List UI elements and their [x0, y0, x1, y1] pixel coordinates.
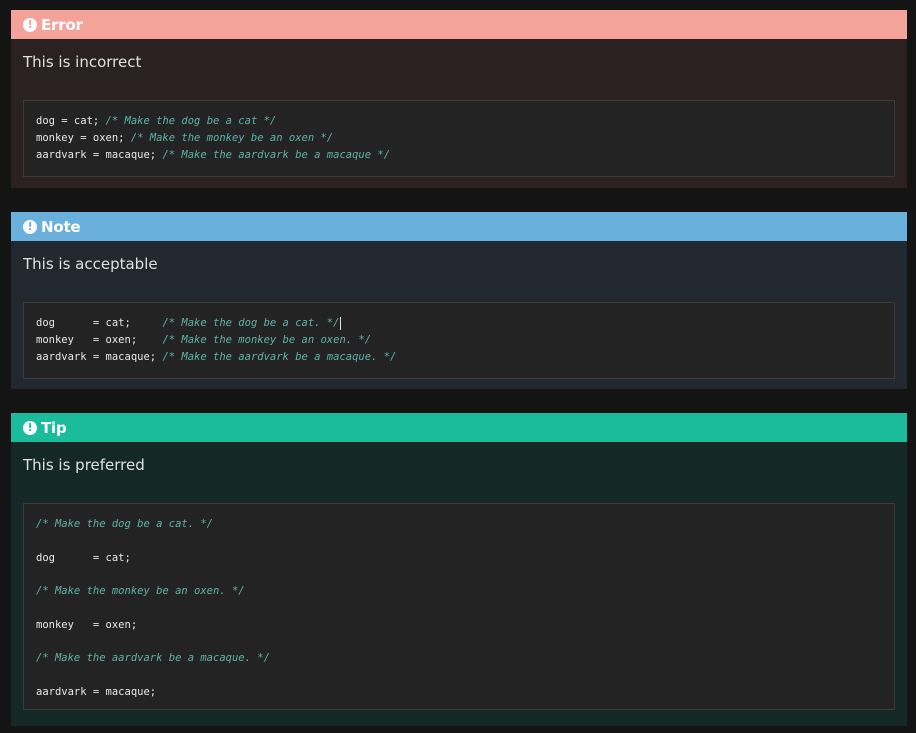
- note-header: ! Note: [11, 212, 907, 241]
- code-line: aardvark = macaque; /* Make the aardvark…: [36, 149, 391, 161]
- blank-line: ​: [36, 566, 882, 583]
- blank-line: ​: [36, 634, 882, 651]
- tip-code-block: /* Make the dog be a cat. */​dog = cat;​…: [23, 503, 895, 710]
- code-comment: /* Make the aardvark be a macaque. */: [162, 351, 397, 363]
- note-code-block[interactable]: dog = cat; /* Make the dog be a cat. */ m…: [23, 302, 895, 379]
- blank-line: ​: [36, 533, 882, 550]
- note-title: Note: [41, 217, 81, 236]
- error-code-block: dog = cat; /* Make the dog be a cat */ mo…: [23, 100, 895, 177]
- error-header: ! Error: [11, 10, 907, 39]
- error-admonition: ! Error This is incorrect dog = cat; /* …: [11, 10, 907, 188]
- code-line: monkey = oxen; /* Make the monkey be an …: [36, 132, 334, 144]
- code-comment: /* Make the dog be a cat */: [105, 115, 277, 127]
- tip-text: This is preferred: [23, 456, 145, 474]
- blank-line: ​: [36, 600, 882, 617]
- exclamation-circle-icon: !: [23, 17, 37, 32]
- note-text: This is acceptable: [23, 255, 158, 273]
- code-comment: /* Make the monkey be an oxen. */: [162, 334, 372, 346]
- code-line: monkey = oxen; /* Make the monkey be an …: [36, 334, 372, 346]
- code-line: monkey = oxen;: [36, 618, 138, 631]
- code-comment: /* Make the aardvark be a macaque */: [162, 149, 391, 161]
- code-line: dog = cat;: [36, 551, 131, 564]
- code-comment: /* Make the dog be a cat. */: [36, 518, 214, 530]
- code-comment: /* Make the dog be a cat. */: [162, 317, 340, 329]
- note-admonition: ! Note This is acceptable dog = cat; /* …: [11, 212, 907, 389]
- code-line: aardvark = macaque; /* Make the aardvark…: [36, 351, 397, 363]
- tip-title: Tip: [41, 418, 67, 437]
- code-line: dog = cat; /* Make the dog be a cat */: [36, 115, 277, 127]
- code-line: aardvark = macaque;: [36, 685, 157, 698]
- error-title: Error: [41, 15, 83, 34]
- code-comment: /* Make the aardvark be a macaque. */: [36, 652, 270, 665]
- exclamation-circle-icon: !: [23, 219, 37, 234]
- tip-admonition: ! Tip This is preferred /* Make the dog …: [11, 413, 907, 726]
- error-text: This is incorrect: [23, 53, 142, 71]
- tip-header: ! Tip: [11, 413, 907, 442]
- code-line: dog = cat; /* Make the dog be a cat. */: [36, 316, 342, 330]
- exclamation-circle-icon: !: [23, 420, 37, 435]
- code-comment: /* Make the monkey be an oxen */: [130, 132, 334, 144]
- text-cursor: [340, 316, 342, 330]
- blank-line: ​: [36, 667, 882, 684]
- code-comment: /* Make the monkey be an oxen. */: [36, 585, 245, 598]
